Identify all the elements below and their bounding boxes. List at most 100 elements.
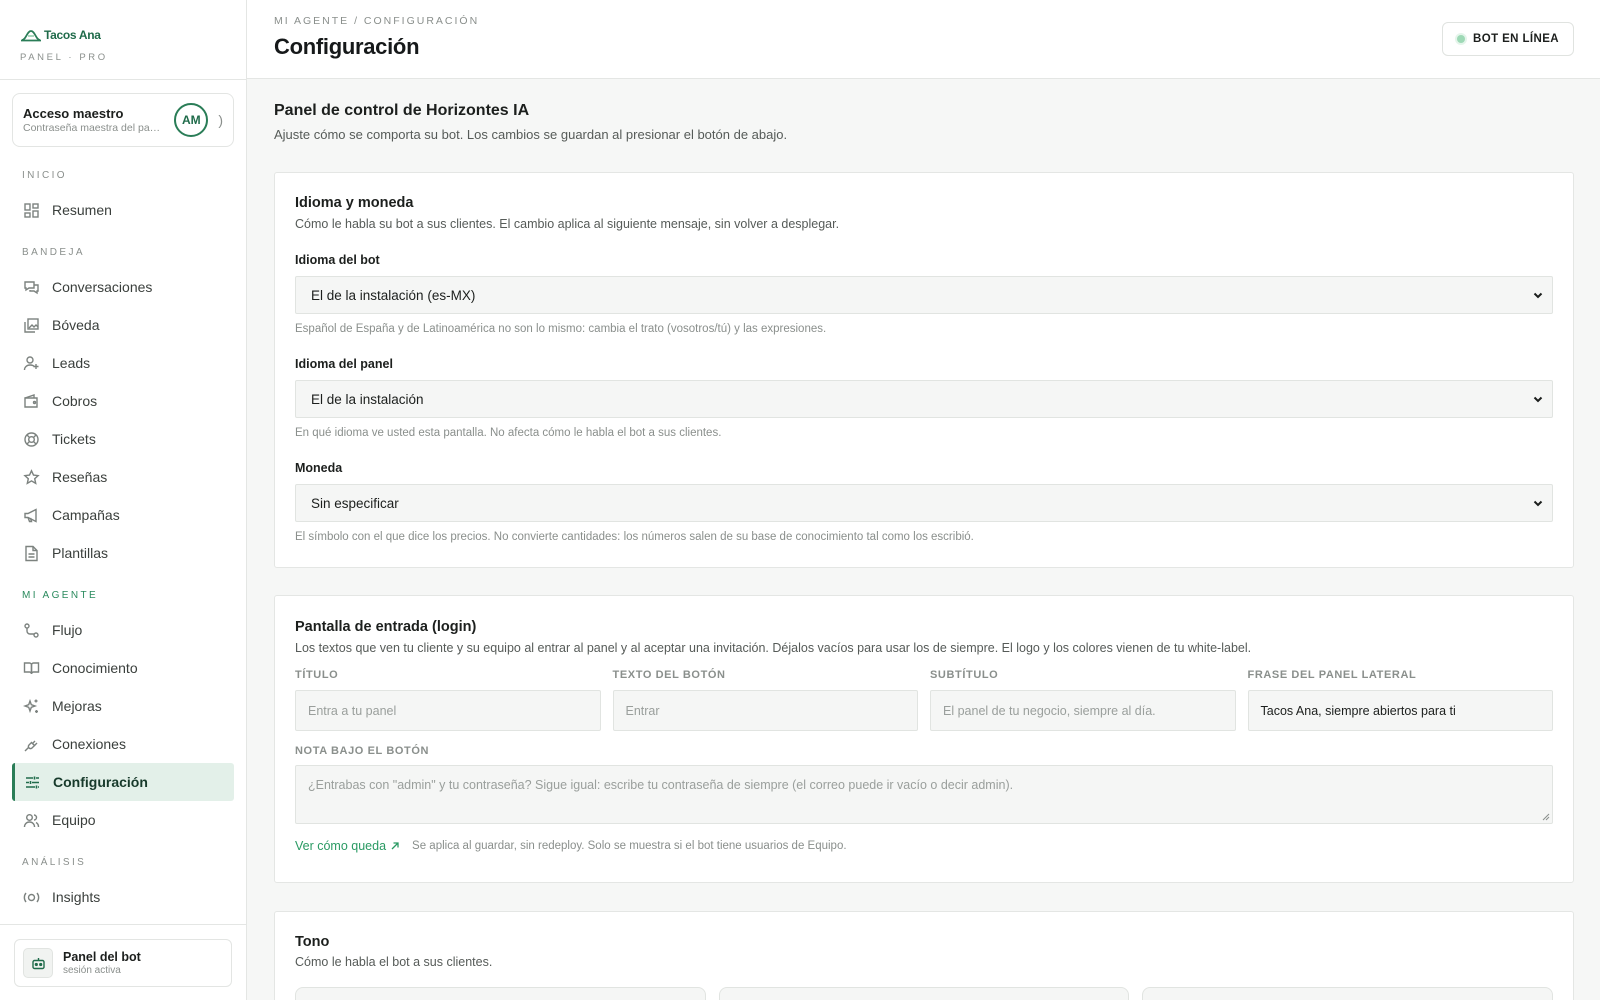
master-access-title: Acceso maestro [23,106,124,121]
sidebar-item-label: Conexiones [52,736,126,752]
breadcrumb: MI AGENTE / CONFIGURACIÓN [274,15,480,27]
external-link-icon [391,842,399,850]
intro-title: Panel de control de Horizontes IA [274,102,530,119]
sombrero-logo-icon [21,30,41,42]
login-subtitle-label: SUBTÍTULO [930,669,999,681]
card-description: Cómo le habla el bot a sus clientes. [295,955,493,969]
gallery-icon [23,317,40,334]
sidebar-item-tickets[interactable]: Tickets [12,420,234,458]
side-panel-phrase-input[interactable]: Tacos Ana, siempre abiertos para ti [1247,690,1553,731]
brand-name: Tacos Ana [44,28,101,42]
currency-hint: El símbolo con el que dice los precios. … [295,531,974,543]
sidebar-item-label: Reseñas [52,469,108,485]
brand-subtitle: PANEL · PRO [20,52,108,63]
chevron-down-icon [1532,393,1544,405]
bot-panel-subtitle: sesión activa [63,965,121,976]
status-badge: BOT EN LÍNEA [1442,22,1574,56]
avatar[interactable]: AM [174,103,209,137]
robot-icon [23,948,53,978]
sidebar-item-label: Tickets [52,431,96,447]
sidebar-item-equipo[interactable]: Equipo [12,801,234,839]
button-note-placeholder: ¿Entrabas con "admin" y tu contraseña? S… [308,778,1014,792]
sidebar-item-leads[interactable]: Leads [12,344,234,382]
book-icon [23,660,40,677]
sidebar-item-mejoras[interactable]: Mejoras [12,687,234,725]
master-access-trailing: ) [218,112,223,128]
panel-language-hint: En qué idioma ve usted esta pantalla. No… [295,427,722,439]
currency-label: Moneda [295,461,343,475]
side-panel-phrase-label: FRASE DEL PANEL LATERAL [1247,669,1417,681]
sidebar-item-label: Conocimiento [52,660,138,676]
button-note-label: NOTA BAJO EL BOTÓN [295,745,430,757]
tone-option[interactable] [1142,987,1554,1000]
intro-subtitle: Ajuste cómo se comporta su bot. Los camb… [274,127,788,142]
sparkles-icon [23,698,40,715]
sidebar: Tacos Ana PANEL · PRO Acceso maestro Con… [0,0,247,1000]
brand-logo[interactable]: Tacos Ana [20,27,228,43]
nav-section-inicio: INICIO [22,170,67,181]
card-description: Los textos que ven tu cliente y su equip… [295,641,1252,655]
sidebar-item-conocimiento[interactable]: Conocimiento [12,649,234,687]
nav-section-mi-agente: MI AGENTE [22,590,99,601]
login-title-input[interactable]: Entra a tu panel [295,690,601,731]
document-icon [23,545,40,562]
preview-login-link[interactable]: Ver cómo queda [295,839,400,853]
tone-options [295,987,1554,1000]
tone-option[interactable] [718,987,1130,1000]
sidebar-item-plantillas[interactable]: Plantillas [12,534,234,572]
chevron-down-icon [1532,289,1544,301]
preview-login-label: Ver cómo queda [295,839,387,853]
sidebar-item-label: Equipo [52,812,96,828]
login-text-fields: TÍTULO Entra a tu panel TEXTO DEL BOTÓN … [295,669,1553,731]
sidebar-item-label: Leads [52,355,91,371]
sidebar-item-label: Insights [52,889,101,905]
page-title: Configuración [274,34,420,59]
main-content: Panel de control de Horizontes IA Ajuste… [247,80,1600,1000]
bot-panel-card[interactable]: Panel del bot sesión activa [14,939,232,987]
sidebar-item-label: Configuración [53,774,148,790]
login-screen-card: Pantalla de entrada (login) Los textos q… [274,595,1574,883]
sidebar-item-label: Campañas [52,507,120,523]
sidebar-item-conexiones[interactable]: Conexiones [12,725,234,763]
sidebar-item-label: Flujo [52,622,83,638]
panel-language-select[interactable]: El de la instalación [295,380,1553,418]
login-title-label: TÍTULO [295,669,339,681]
sidebar-item-configuracion[interactable]: Configuración [12,763,234,801]
currency-select[interactable]: Sin especificar [295,484,1553,522]
login-subtitle-input[interactable]: El panel de tu negocio, siempre al día. [930,690,1236,731]
sidebar-item-label: Mejoras [52,698,102,714]
sidebar-item-label: Resumen [52,202,112,218]
flow-icon [23,622,40,639]
tone-card: Tono Cómo le habla el bot a sus clientes… [274,911,1574,1000]
card-title: Pantalla de entrada (login) [295,619,477,635]
nav-section-analisis: ANÁLISIS [22,857,87,868]
sidebar-item-insights[interactable]: Insights [12,878,234,916]
bot-language-select[interactable]: El de la instalación (es-MX) [295,276,1553,314]
sidebar-item-conversaciones[interactable]: Conversaciones [12,268,234,306]
button-note-textarea[interactable]: ¿Entrabas con "admin" y tu contraseña? S… [295,765,1553,824]
master-access-subtitle: Contraseña maestra del panel [23,122,161,134]
sidebar-item-flujo[interactable]: Flujo [12,611,234,649]
login-button-text-label: TEXTO DEL BOTÓN [612,669,726,681]
sidebar-item-label: Bóveda [52,317,100,333]
team-icon [23,812,40,829]
card-title: Tono [295,934,330,950]
login-button-text-input[interactable]: Entrar [612,690,918,731]
page-header: MI AGENTE / CONFIGURACIÓN Configuración … [247,0,1600,79]
sidebar-item-resenas[interactable]: Reseñas [12,458,234,496]
master-access-card[interactable]: Acceso maestro Contraseña maestra del pa… [12,93,234,147]
card-title: Idioma y moneda [295,195,414,211]
nav-section-bandeja: BANDEJA [22,247,85,258]
sidebar-item-resumen[interactable]: Resumen [12,191,234,229]
sidebar-item-boveda[interactable]: Bóveda [12,306,234,344]
sidebar-item-campanas[interactable]: Campañas [12,496,234,534]
resize-grip-icon[interactable] [1542,813,1550,821]
card-description: Cómo le habla su bot a sus clientes. El … [295,217,840,231]
insights-icon [23,889,40,906]
star-icon [23,468,40,486]
panel-language-value: El de la instalación [311,391,424,407]
tone-option[interactable] [295,987,706,1000]
language-currency-card: Idioma y moneda Cómo le habla su bot a s… [274,172,1574,568]
sidebar-item-cobros[interactable]: Cobros [12,382,234,420]
chat-icon [23,279,40,296]
